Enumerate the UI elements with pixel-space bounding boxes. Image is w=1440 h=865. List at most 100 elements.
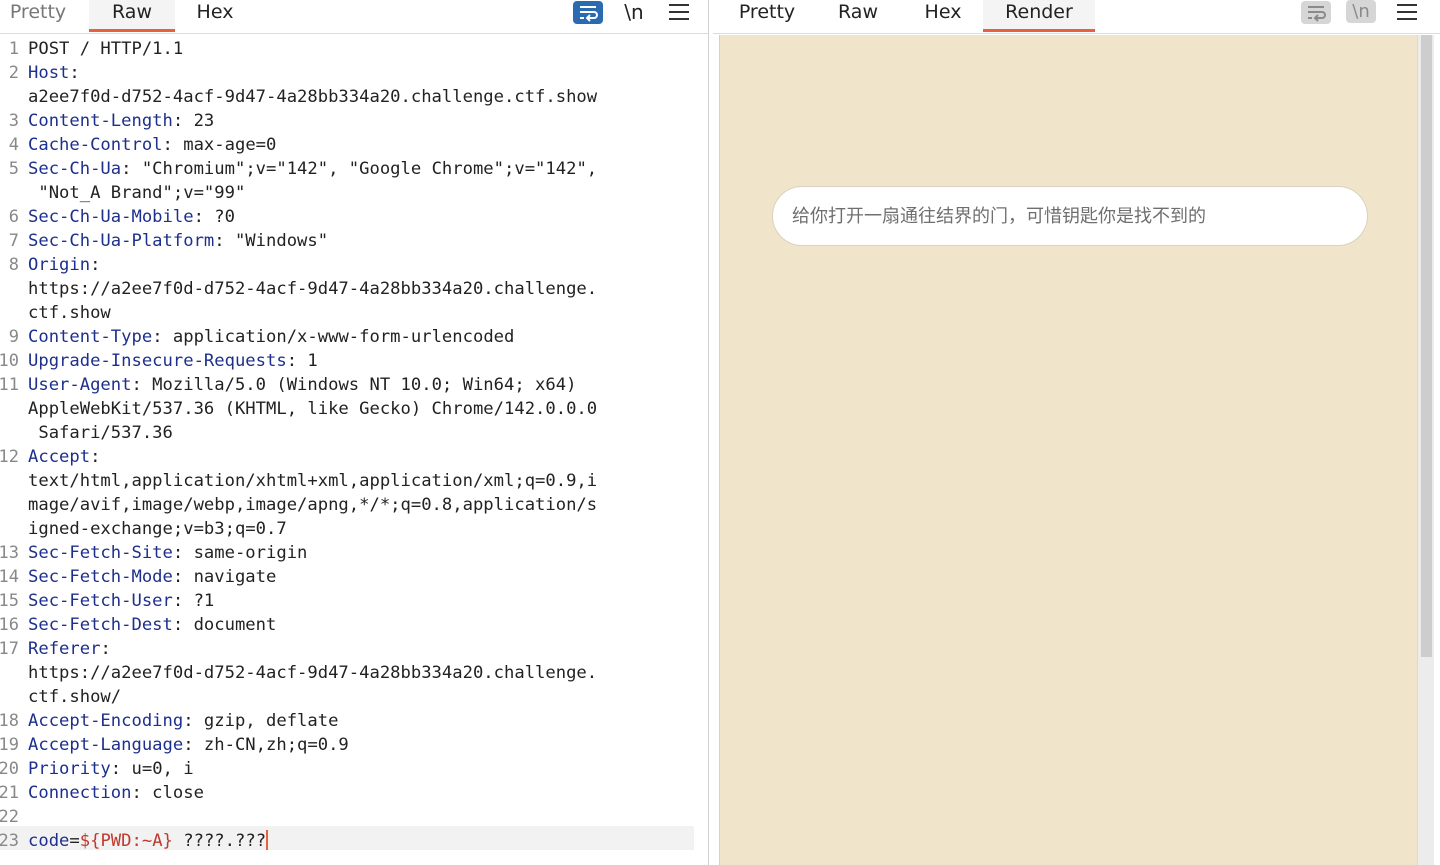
header-value: : same-origin <box>172 543 308 563</box>
editor-line: 13 Sec-Fetch-Site: same-origin <box>0 538 694 563</box>
editor-line: 10 Upgrade-Insecure-Requests: 1 <box>0 346 694 371</box>
editor-line: 14 Sec-Fetch-Mode: navigate <box>0 562 694 587</box>
header-value: : ?1 <box>172 591 215 611</box>
header-value: ctf.show <box>28 303 111 323</box>
tab-hex[interactable]: Hex <box>919 0 967 31</box>
vertical-scrollbar[interactable] <box>1417 35 1434 865</box>
header-value: https://a2ee7f0d-d752-4acf-9d47-4a28bb33… <box>28 663 598 683</box>
header-value: : Mozilla/5.0 (Windows NT 10.0; Win64; x… <box>131 375 577 395</box>
editor-line: 9 Content-Type: application/x-www-form-ur… <box>0 322 694 347</box>
header-name: Sec-Ch-Ua <box>28 159 122 179</box>
tab-pretty[interactable]: Pretty <box>727 0 807 31</box>
scrollbar-thumb[interactable] <box>1421 35 1432 657</box>
header-value: "Not_A Brand";v="99" <box>28 183 246 203</box>
header-name: Content-Type <box>28 327 153 347</box>
param-value: ${PWD:~A} <box>79 831 173 851</box>
header-name: Accept-Language <box>28 735 184 755</box>
tab-hex[interactable]: Hex <box>189 0 241 31</box>
word-wrap-button[interactable] <box>573 0 603 24</box>
header-value: POST / HTTP/1.1 <box>28 39 184 59</box>
rendered-page <box>719 35 1420 865</box>
hamburger-icon <box>1397 4 1417 20</box>
tab-raw[interactable]: Raw <box>833 0 883 31</box>
editor-line: 21 Connection: close <box>0 778 694 803</box>
hamburger-icon <box>669 4 689 20</box>
word-wrap-button[interactable] <box>1301 0 1331 24</box>
word-wrap-icon <box>1301 0 1331 24</box>
header-value: : "Chromium";v="142", "Google Chrome";v=… <box>121 159 598 179</box>
editor-line: ctf.show/ <box>0 682 694 707</box>
editor-line: "Not_A Brand";v="99" <box>0 178 694 203</box>
header-name: Origin <box>28 255 91 275</box>
editor-line: mage/avif,image/webp,image/apng,*/*;q=0.… <box>0 490 694 515</box>
header-value: : 1 <box>286 351 318 371</box>
header-name: Sec-Fetch-Mode <box>28 567 173 587</box>
header-value: a2ee7f0d-d752-4acf-9d47-4a28bb334a20.cha… <box>28 87 598 107</box>
header-value: : <box>69 63 80 83</box>
header-name: Accept <box>28 447 91 467</box>
editor-line: 5 Sec-Ch-Ua: "Chromium";v="142", "Google … <box>0 154 694 179</box>
param-rest: ????.??? <box>172 831 267 851</box>
tab-raw[interactable]: Raw <box>89 0 175 32</box>
editor-line: 7 Sec-Ch-Ua-Platform: "Windows" <box>0 226 694 251</box>
header-value: : navigate <box>172 567 277 587</box>
editor-line: 12 Accept: <box>0 442 694 467</box>
editor-line: igned-exchange;v=b3;q=0.7 <box>0 514 694 539</box>
editor-line: Safari/537.36 <box>0 418 694 443</box>
request-editor[interactable]: 1 POST / HTTP/1.1 2 Host: a2ee7f0d-d752-4acf… <box>0 34 694 865</box>
response-pane: Pretty Raw Hex Render \n <box>713 0 1440 865</box>
body-content: code=${PWD:~A} ????.??? <box>28 829 269 853</box>
editor-line: 15 Sec-Fetch-User: ?1 <box>0 586 694 611</box>
editor-line: text/html,application/xhtml+xml,applicat… <box>0 466 694 491</box>
request-tabbar: Pretty Raw Hex \n <box>0 0 708 34</box>
header-name: Sec-Ch-Ua-Mobile <box>28 207 194 227</box>
header-name: Upgrade-Insecure-Requests <box>28 351 287 371</box>
header-name: Sec-Ch-Ua-Platform <box>28 231 215 251</box>
editor-line: 4 Cache-Control: max-age=0 <box>0 130 694 155</box>
editor-line: 6 Sec-Ch-Ua-Mobile: ?0 <box>0 202 694 227</box>
header-value: : u=0, i <box>110 759 194 779</box>
header-name: Host <box>28 63 70 83</box>
header-value: igned-exchange;v=b3;q=0.7 <box>28 519 287 539</box>
line-number: 23 <box>0 831 19 851</box>
menu-button[interactable] <box>668 0 690 24</box>
editor-line: 11 User-Agent: Mozilla/5.0 (Windows NT 10… <box>0 370 694 395</box>
header-value: : ?0 <box>193 207 235 227</box>
header-name: User-Agent <box>28 375 132 395</box>
editor-line: 19 Accept-Language: zh-CN,zh;q=0.9 <box>0 730 694 755</box>
header-value: : <box>90 255 101 275</box>
header-value: : document <box>172 615 277 635</box>
editor-line: 8 Origin: <box>0 250 694 275</box>
show-newlines-button[interactable]: \n <box>620 0 648 24</box>
editor-line-current: 23 code=${PWD:~A} ????.??? <box>0 826 694 853</box>
show-newlines-button[interactable]: \n <box>1346 0 1376 23</box>
response-tabbar: Pretty Raw Hex Render \n <box>713 0 1440 34</box>
header-value: : close <box>131 783 204 803</box>
header-value: : "Windows" <box>214 231 329 251</box>
editor-line: 16 Sec-Fetch-Dest: document <box>0 610 694 635</box>
request-pane: Pretty Raw Hex \n 1 POST / HTTP/1.1 2 Host:… <box>0 0 708 865</box>
header-name: Accept-Encoding <box>28 711 184 731</box>
param-name: code <box>28 831 70 851</box>
header-value: : <box>100 639 111 659</box>
header-name: Sec-Fetch-Dest <box>28 615 173 635</box>
header-value: text/html,application/xhtml+xml,applicat… <box>28 471 598 491</box>
tab-pretty[interactable]: Pretty <box>0 0 76 31</box>
header-value: AppleWebKit/537.36 (KHTML, like Gecko) C… <box>28 399 598 419</box>
tab-render[interactable]: Render <box>983 0 1095 32</box>
editor-line: 3 Content-Length: 23 <box>0 106 694 131</box>
header-value: : 23 <box>172 111 215 131</box>
header-value: mage/avif,image/webp,image/apng,*/*;q=0.… <box>28 495 598 515</box>
code-input[interactable] <box>772 186 1368 246</box>
editor-line: https://a2ee7f0d-d752-4acf-9d47-4a28bb33… <box>0 274 694 299</box>
header-value: https://a2ee7f0d-d752-4acf-9d47-4a28bb33… <box>28 279 598 299</box>
editor-line: 17 Referer: <box>0 634 694 659</box>
header-name: Connection <box>28 783 132 803</box>
editor-line: 18 Accept-Encoding: gzip, deflate <box>0 706 694 731</box>
header-value: : max-age=0 <box>162 135 277 155</box>
param-equals: = <box>69 831 80 851</box>
menu-button[interactable] <box>1396 0 1418 24</box>
header-name: Referer <box>28 639 101 659</box>
editor-line: ctf.show <box>0 298 694 323</box>
header-name: Sec-Fetch-User <box>28 591 173 611</box>
